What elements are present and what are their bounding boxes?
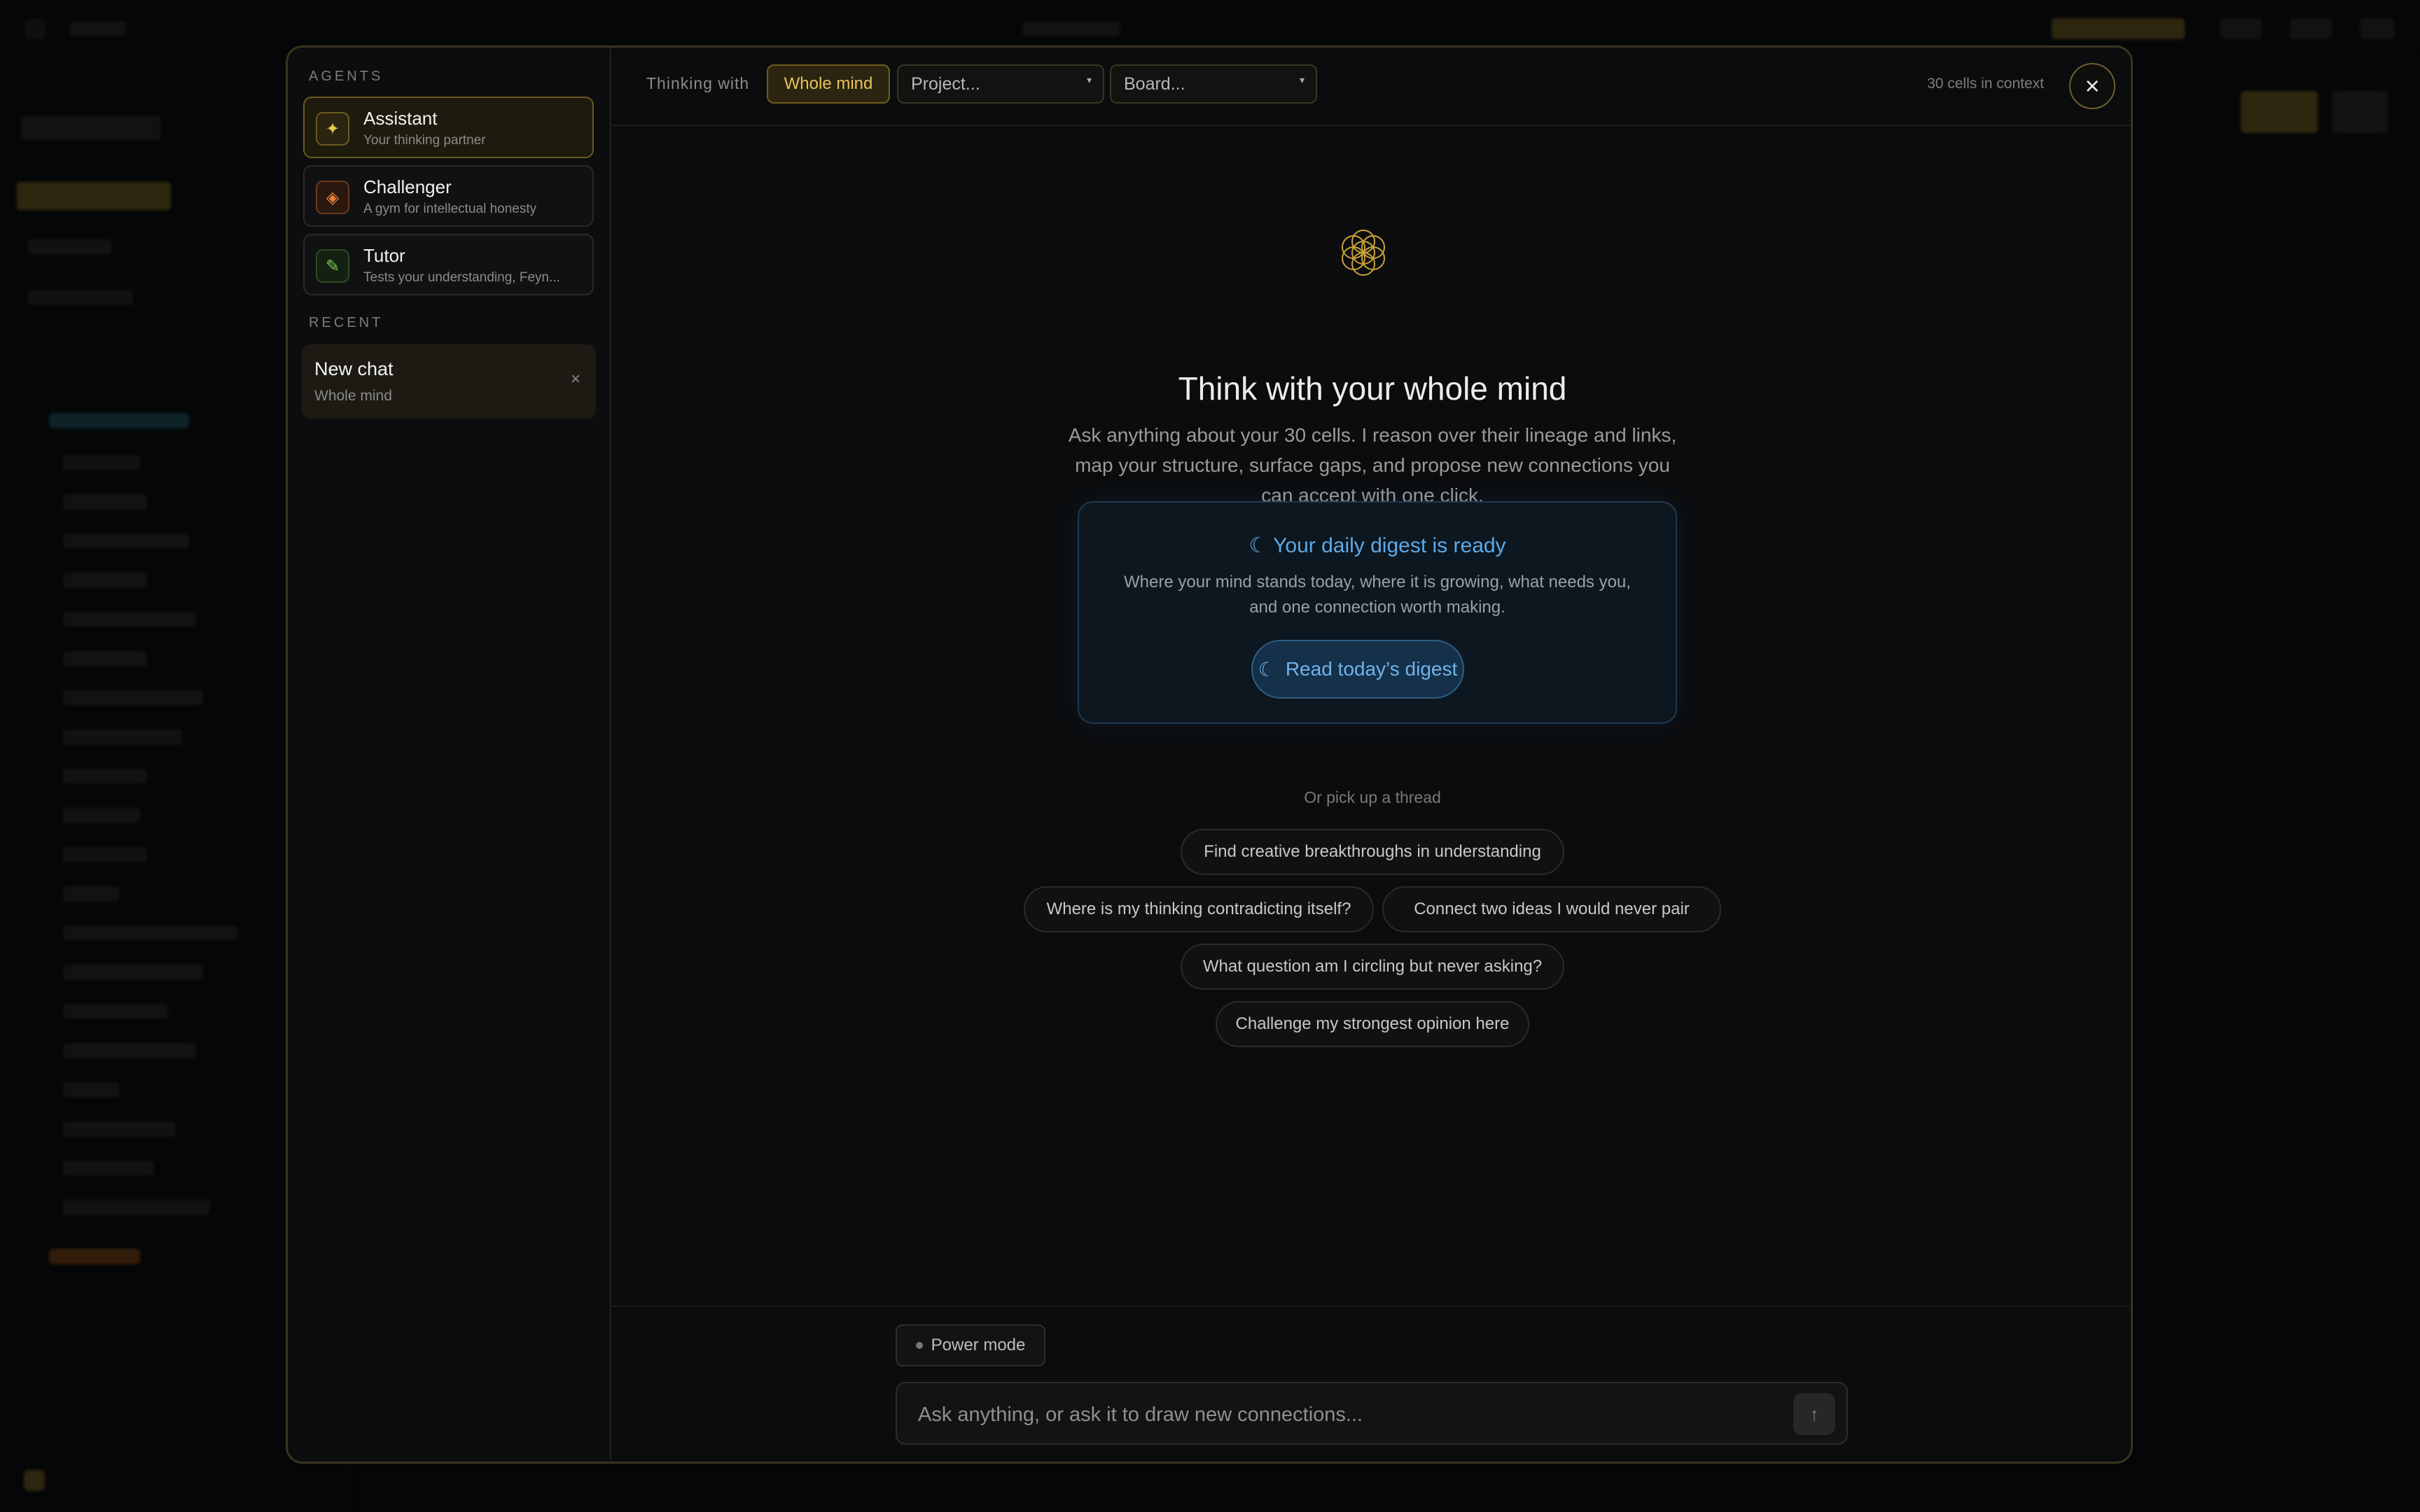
recent-section-label: RECENT bbox=[309, 315, 384, 330]
sparkle-icon: ✦ bbox=[316, 112, 349, 146]
status-dot-icon bbox=[915, 1342, 923, 1349]
thread-chip[interactable]: Find creative breakthroughs in understan… bbox=[1181, 829, 1564, 875]
send-button[interactable]: ↑ bbox=[1793, 1393, 1835, 1435]
background-action-button bbox=[2052, 18, 2185, 39]
background-action-button bbox=[2241, 91, 2318, 133]
digest-title-row: ☾ Your daily digest is ready bbox=[1079, 533, 1676, 558]
background-tree-item bbox=[63, 573, 147, 588]
arrow-up-icon: ↑ bbox=[1809, 1403, 1819, 1424]
background-tree-item bbox=[63, 965, 203, 980]
background-tree-item bbox=[63, 847, 147, 862]
background-tree-item bbox=[63, 1082, 119, 1098]
moon-icon: ☾ bbox=[1249, 534, 1268, 557]
digest-description: Where your mind stands today, where it i… bbox=[1124, 573, 1631, 617]
background-title bbox=[1022, 21, 1120, 36]
agent-name: Tutor bbox=[363, 245, 405, 266]
background-button bbox=[2220, 18, 2262, 39]
chevron-down-icon: ▾ bbox=[1299, 74, 1305, 85]
agent-name: Assistant bbox=[363, 108, 438, 129]
whole-mind-toggle[interactable]: Whole mind bbox=[767, 64, 890, 104]
background-nav-item bbox=[28, 239, 112, 255]
pencil-icon: ✎ bbox=[316, 249, 349, 283]
context-toolbar: Thinking with Whole mind Project... ▾ Bo… bbox=[610, 48, 2131, 126]
power-mode-label: Power mode bbox=[931, 1336, 1026, 1354]
chat-main: Thinking with Whole mind Project... ▾ Bo… bbox=[610, 48, 2131, 1462]
agent-assistant[interactable]: ✦ Assistant Your thinking partner bbox=[303, 97, 594, 158]
background-menu-icon bbox=[25, 18, 46, 39]
background-tree-item bbox=[49, 1249, 140, 1264]
thread-chip[interactable]: Connect two ideas I would never pair bbox=[1382, 886, 1721, 932]
thinking-with-label: Thinking with bbox=[646, 74, 750, 92]
background-nav-item bbox=[17, 182, 171, 210]
background-tree-item bbox=[63, 533, 189, 549]
agent-description: Tests your understanding, Feyn... bbox=[363, 270, 560, 285]
background-tree-item bbox=[63, 769, 147, 784]
background-tree-item bbox=[63, 1200, 210, 1215]
thread-chip[interactable]: Challenge my strongest opinion here bbox=[1216, 1001, 1529, 1047]
board-select[interactable]: Board... ▾ bbox=[1110, 64, 1317, 104]
project-select[interactable]: Project... ▾ bbox=[897, 64, 1104, 104]
agent-tutor[interactable]: ✎ Tutor Tests your understanding, Feyn..… bbox=[303, 234, 594, 295]
recent-chat-item[interactable]: New chat Whole mind × bbox=[302, 344, 596, 419]
background-tree-item bbox=[49, 413, 189, 428]
agent-description: A gym for intellectual honesty bbox=[363, 202, 537, 216]
background-avatar bbox=[24, 1470, 45, 1491]
thread-chip[interactable]: What question am I circling but never as… bbox=[1181, 944, 1564, 990]
digest-title: Your daily digest is ready bbox=[1273, 534, 1506, 557]
hero-title: Think with your whole mind bbox=[1178, 370, 1567, 407]
background-tree-item bbox=[63, 729, 182, 745]
background-tree-item bbox=[63, 612, 196, 627]
close-modal-button[interactable]: × bbox=[2069, 63, 2115, 109]
background-heading bbox=[21, 116, 161, 140]
chat-input[interactable] bbox=[917, 1397, 1760, 1432]
power-mode-toggle[interactable]: Power mode bbox=[896, 1324, 1045, 1366]
read-digest-label: Read today’s digest bbox=[1285, 658, 1458, 680]
background-button bbox=[2360, 18, 2395, 39]
chat-composer: ↑ bbox=[896, 1382, 1848, 1445]
background-tree-item bbox=[63, 808, 140, 823]
agent-description: Your thinking partner bbox=[363, 133, 486, 148]
background-tree-item bbox=[63, 455, 140, 470]
hero-description: Ask anything about your 30 cells. I reas… bbox=[1068, 424, 1677, 506]
read-digest-button[interactable]: ☾ Read today’s digest bbox=[1251, 640, 1464, 699]
daily-digest-card: ☾ Your daily digest is ready Where your … bbox=[1078, 501, 1677, 724]
recent-chat-subtitle: Whole mind bbox=[314, 388, 392, 404]
diamond-icon: ◈ bbox=[316, 181, 349, 214]
ai-chat-modal: AGENTS ✦ Assistant Your thinking partner… bbox=[286, 46, 2133, 1464]
board-select-value: Board... bbox=[1124, 74, 1185, 94]
moon-icon: ☾ bbox=[1258, 658, 1276, 680]
background-tree-item bbox=[63, 1121, 175, 1137]
background-button bbox=[2290, 18, 2332, 39]
agents-sidebar: AGENTS ✦ Assistant Your thinking partner… bbox=[288, 48, 611, 1462]
background-tree-item bbox=[63, 1004, 168, 1019]
background-tree-item bbox=[63, 925, 238, 941]
recent-chat-title: New chat bbox=[314, 358, 394, 379]
background-tree-item bbox=[63, 690, 203, 706]
thread-chip[interactable]: Where is my thinking contradicting itsel… bbox=[1024, 886, 1374, 932]
project-select-value: Project... bbox=[911, 74, 980, 94]
agents-section-label: AGENTS bbox=[309, 69, 384, 84]
agent-name: Challenger bbox=[363, 176, 452, 197]
background-tree-item bbox=[63, 1043, 196, 1058]
background-tree-item bbox=[63, 886, 119, 902]
threads-label: Or pick up a thread bbox=[1304, 788, 1441, 806]
context-count: 30 cells in context bbox=[1927, 76, 2044, 92]
background-tree-item bbox=[63, 494, 147, 510]
flower-of-life-logo-icon bbox=[1342, 230, 1385, 276]
background-tree-item bbox=[63, 651, 147, 666]
background-nav-item bbox=[28, 290, 133, 305]
background-logo bbox=[70, 21, 126, 36]
close-icon[interactable]: × bbox=[571, 370, 580, 389]
close-icon: × bbox=[2085, 71, 2100, 100]
composer-divider bbox=[610, 1306, 2131, 1307]
background-tree-item bbox=[63, 1161, 154, 1176]
background-button bbox=[2332, 91, 2388, 133]
agent-challenger[interactable]: ◈ Challenger A gym for intellectual hone… bbox=[303, 165, 594, 227]
chevron-down-icon: ▾ bbox=[1086, 74, 1092, 85]
